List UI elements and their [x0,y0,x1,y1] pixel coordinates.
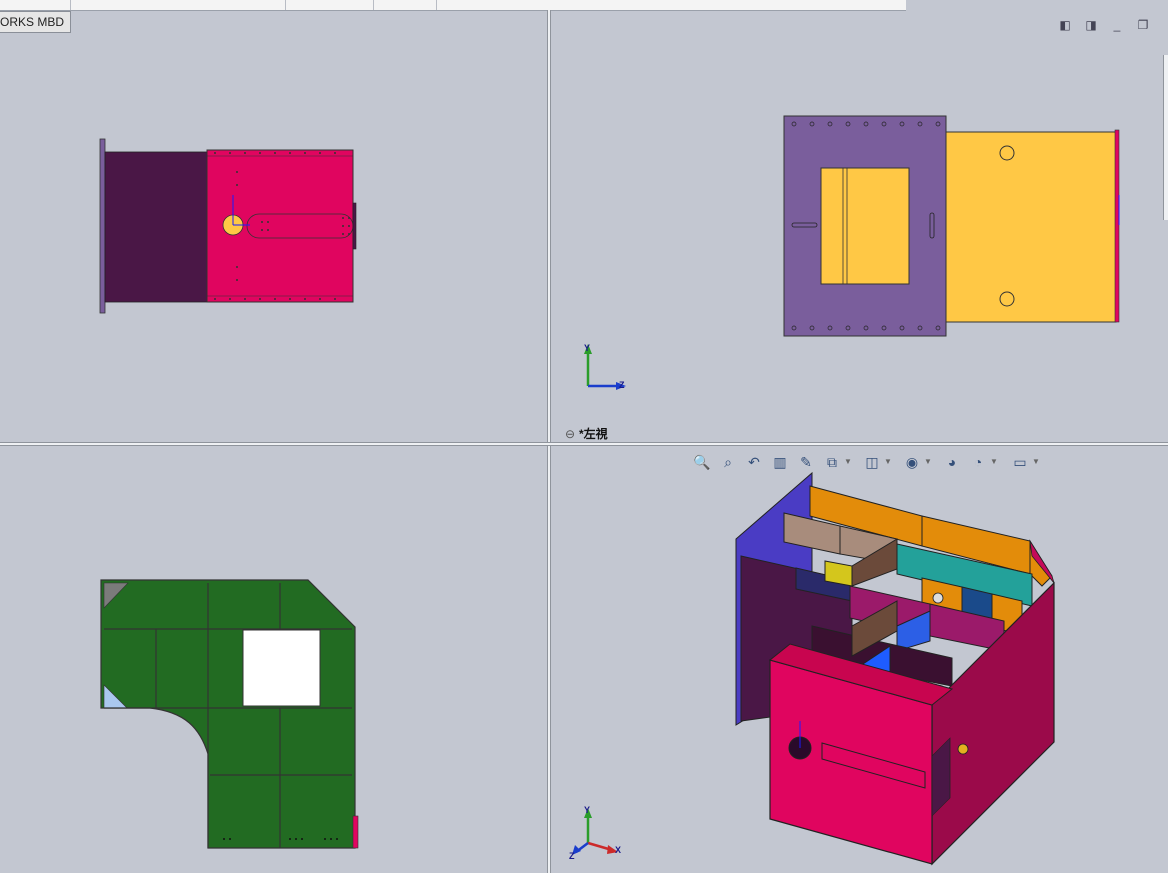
floor-opening [242,629,321,707]
hide-show-items-icon[interactable]: ◉ [902,452,922,472]
triad-y-label: Y [584,343,591,353]
edit-appearance-icon[interactable]: ◕ [942,452,962,472]
zoom-to-fit-icon[interactable]: 🔍 [692,452,712,472]
viewport-top-left[interactable] [0,10,547,442]
triad-z-label: Z [619,380,625,390]
chevron-down-icon[interactable]: ▼ [990,452,998,472]
display-style-icon[interactable]: ◫ [862,452,882,472]
drawer-yellow-panel [945,131,1117,323]
viewport-top-right[interactable] [552,10,1163,442]
apply-scene-icon[interactable]: ◔ [968,452,988,472]
toolbar-separator [70,0,71,10]
toolbar-separator [285,0,286,10]
previous-view-icon[interactable]: ↶ [744,452,764,472]
green-floor-panel [100,579,356,849]
view-orientation-icon[interactable]: ⧉ [822,452,842,472]
view-settings-icon[interactable]: ▭ [1010,452,1030,472]
yellow-window [820,167,910,285]
drawer-side-panel [104,151,208,303]
chevron-down-icon[interactable]: ▼ [884,452,892,472]
zoom-to-area-icon[interactable]: ⌕ [718,452,738,472]
triad-y-label: Y [584,805,591,815]
toolbar-separator [436,0,437,10]
toolbar-separator [373,0,374,10]
link-icon: ⊖ [565,427,576,441]
view-label-text: *左視 [579,427,608,441]
right-panel-edge[interactable] [1163,55,1168,220]
viewport-bottom-left[interactable] [0,446,547,873]
side-plate [99,138,106,314]
chevron-down-icon[interactable]: ▼ [924,452,932,472]
triad-x-label: X [615,845,622,855]
view-label: ⊖ *左視 [565,425,608,442]
viewport-bottom-right[interactable] [552,446,1168,873]
viewport-horizontal-splitter[interactable] [0,442,1168,446]
chevron-down-icon[interactable]: ▼ [1032,452,1040,472]
dynamic-annotation-icon[interactable]: ✎ [796,452,816,472]
chevron-down-icon[interactable]: ▼ [844,452,852,472]
triad-z-label: Z [569,851,575,861]
section-view-icon[interactable]: ▥ [770,452,790,472]
triad-bottom-right [572,808,618,855]
